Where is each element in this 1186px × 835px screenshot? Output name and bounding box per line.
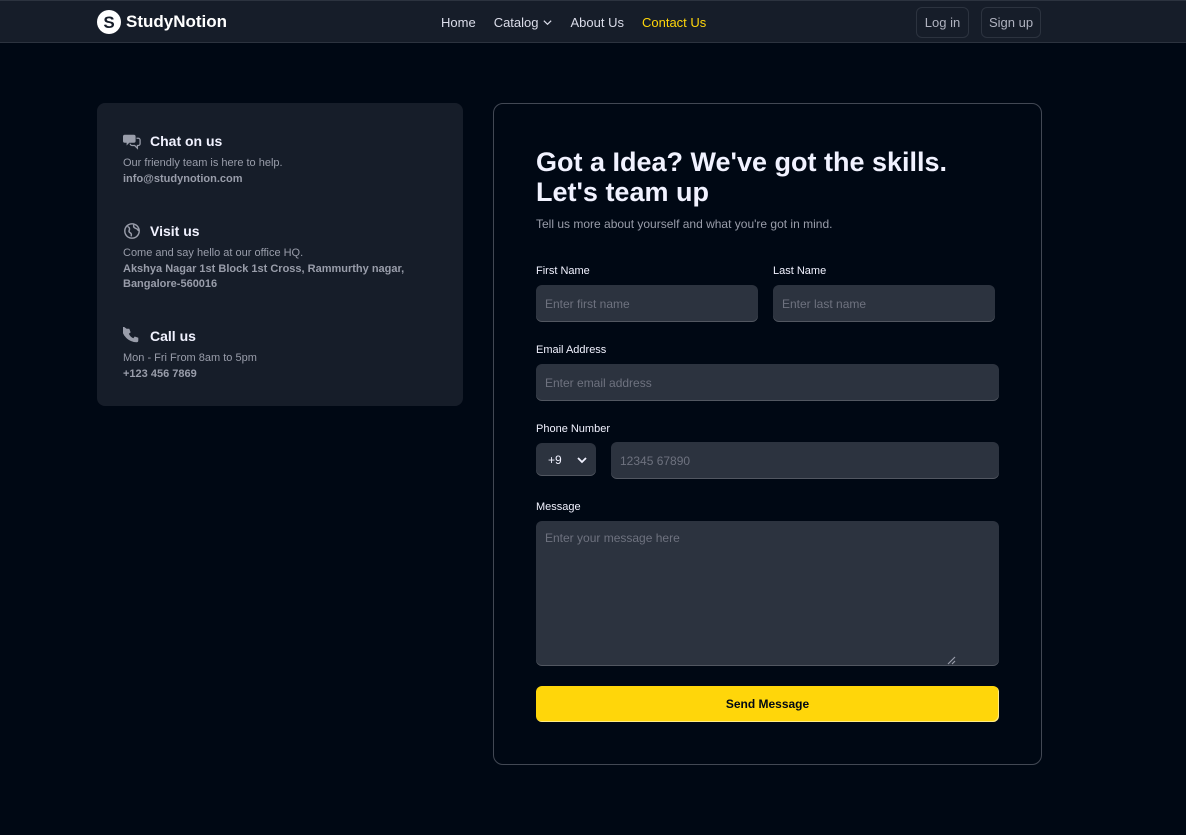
- email-label: Email Address: [536, 344, 607, 356]
- call-subtitle: Mon - Fri From 8am to 5pm: [123, 352, 257, 364]
- chat-email: info@studynotion.com: [123, 173, 243, 185]
- call-info-header: Call us: [123, 327, 413, 345]
- form-title: Got a Idea? We've got the skills. Let's …: [536, 147, 948, 207]
- send-message-button[interactable]: Send Message: [536, 686, 999, 722]
- chat-subtitle: Our friendly team is here to help.: [123, 157, 283, 169]
- country-code-value: +9: [548, 452, 562, 467]
- contact-info-card: Chat on us Our friendly team is here to …: [97, 103, 463, 406]
- visit-info: Visit us Come and say hello at our offic…: [123, 222, 413, 292]
- chat-icon: [123, 134, 141, 150]
- visit-title: Visit us: [150, 223, 200, 239]
- last-name-input[interactable]: [773, 285, 995, 322]
- globe-icon: [124, 223, 140, 239]
- chevron-down-icon: [577, 456, 587, 463]
- chat-info-header: Chat on us: [123, 132, 413, 150]
- phone-label: Phone Number: [536, 423, 610, 435]
- resize-grip-icon[interactable]: [946, 655, 956, 665]
- logo-mark: S: [97, 10, 121, 34]
- visit-info-header: Visit us: [123, 222, 413, 240]
- contact-form-card: Got a Idea? We've got the skills. Let's …: [493, 103, 1042, 765]
- nav-link-about[interactable]: About Us: [571, 15, 624, 30]
- studynotion-logo[interactable]: S StudyNotion: [97, 10, 227, 34]
- email-input[interactable]: [536, 364, 999, 401]
- login-button[interactable]: Log in: [916, 7, 969, 38]
- nav-link-catalog[interactable]: Catalog: [494, 15, 553, 30]
- nav-links: Home Catalog About Us Contact Us: [441, 15, 706, 30]
- signup-button[interactable]: Sign up: [981, 7, 1041, 38]
- phone-icon: [123, 327, 139, 343]
- phone-input[interactable]: [611, 442, 999, 479]
- chat-title: Chat on us: [150, 133, 223, 149]
- message-label: Message: [536, 501, 581, 513]
- visit-address: Akshya Nagar 1st Block 1st Cross, Rammur…: [123, 263, 405, 290]
- visit-subtitle: Come and say hello at our office HQ.: [123, 247, 304, 259]
- call-info: Call us Mon - Fri From 8am to 5pm +123 4…: [123, 327, 413, 382]
- last-name-label: Last Name: [773, 265, 827, 277]
- first-name-label: First Name: [536, 265, 590, 277]
- nav-link-home[interactable]: Home: [441, 15, 476, 30]
- nav-link-catalog-label: Catalog: [493, 15, 539, 30]
- country-code-select[interactable]: +9: [536, 443, 596, 476]
- message-textarea[interactable]: [536, 521, 999, 666]
- first-name-input[interactable]: [536, 285, 758, 322]
- top-navbar: S StudyNotion Home Catalog About Us Cont…: [0, 0, 1186, 43]
- chevron-down-icon: [542, 20, 552, 26]
- form-description: Tell us more about yourself and what you…: [536, 217, 833, 231]
- logo-text: StudyNotion: [126, 12, 228, 31]
- nav-link-contact[interactable]: Contact Us: [642, 15, 706, 30]
- call-title: Call us: [150, 328, 196, 344]
- call-number: +123 456 7869: [123, 368, 197, 380]
- chat-info: Chat on us Our friendly team is here to …: [123, 132, 413, 187]
